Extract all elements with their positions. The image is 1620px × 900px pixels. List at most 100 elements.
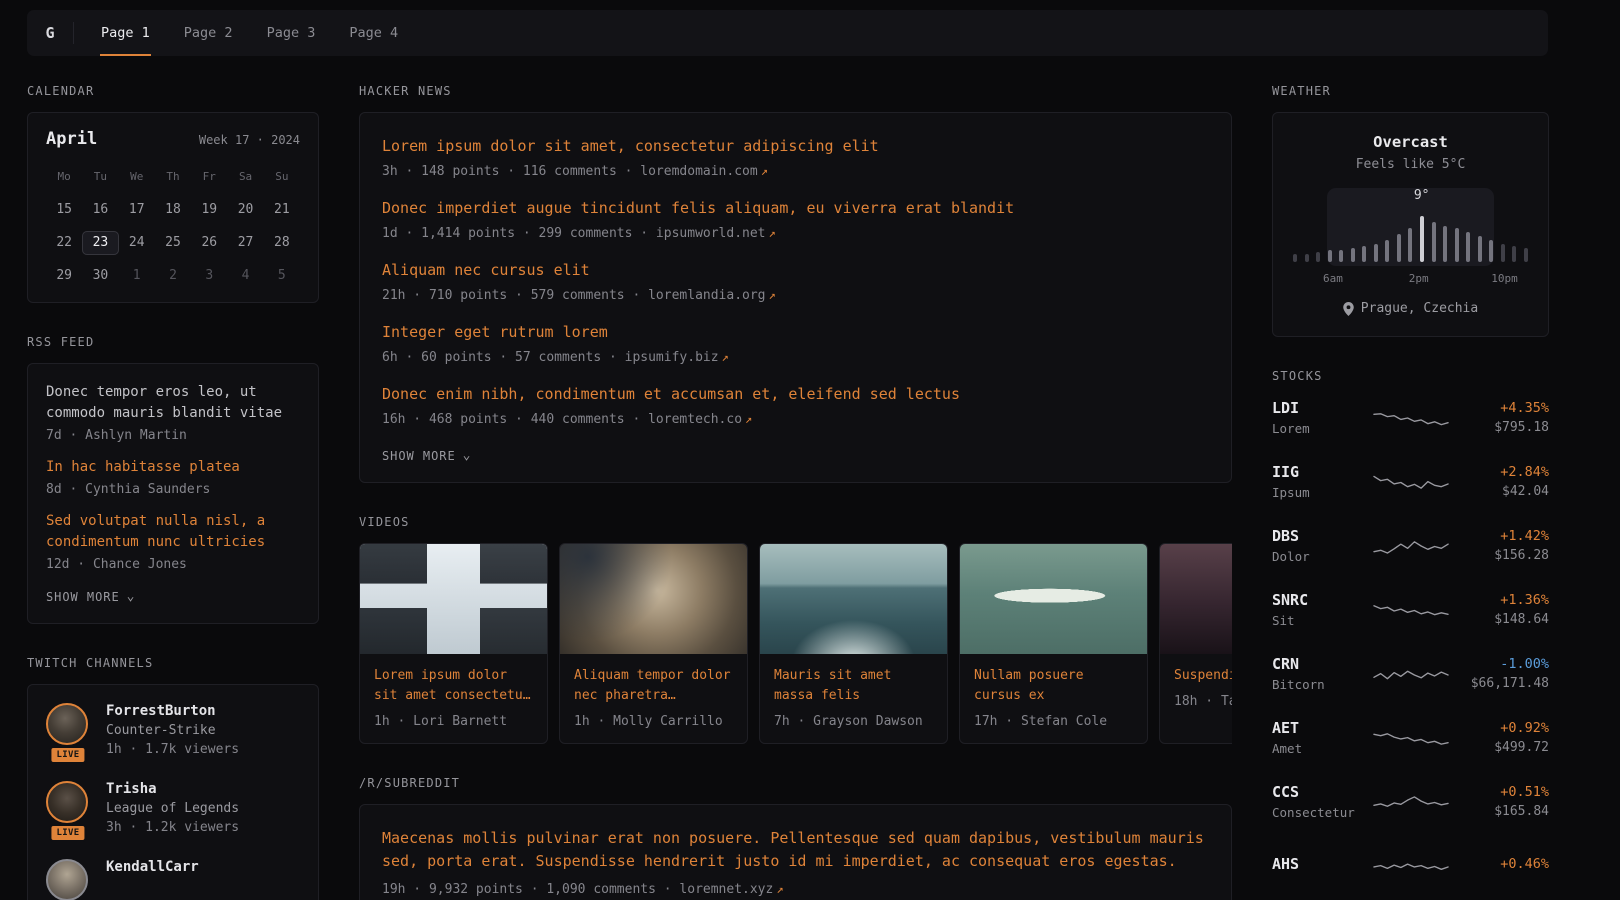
weather-time-label: 6am bbox=[1323, 272, 1343, 285]
stock-row[interactable]: CRN Bitcorn -1.00% $66,171.48 bbox=[1272, 653, 1549, 694]
video-title[interactable]: Aliquam tempor dolor nec pharetra… bbox=[574, 666, 733, 706]
channel-name[interactable]: Trisha bbox=[106, 781, 239, 797]
hn-show-more-button[interactable]: SHOW MORE ⌄ bbox=[382, 449, 471, 463]
calendar-weekday: Sa bbox=[227, 165, 263, 189]
tab-page-4[interactable]: Page 4 bbox=[332, 10, 415, 56]
stock-price: $499.72 bbox=[1494, 740, 1549, 755]
channel-meta: 1h · 1.7k viewers bbox=[106, 742, 239, 757]
stock-row[interactable]: AET Amet +0.92% $499.72 bbox=[1272, 717, 1549, 758]
hn-item-title[interactable]: Lorem ipsum dolor sit amet, consectetur … bbox=[382, 135, 1209, 157]
left-column: CALENDAR April Week 17 · 2024 MoTuWeThFr… bbox=[27, 84, 319, 900]
channel-name[interactable]: KendallCarr bbox=[106, 859, 199, 875]
hn-item-meta: 3h · 148 points · 116 comments · loremdo… bbox=[382, 164, 1209, 179]
stock-ticker: SNRC bbox=[1272, 591, 1372, 609]
section-title-twitch: TWITCH CHANNELS bbox=[27, 656, 319, 670]
calendar-day: 2 bbox=[155, 264, 191, 288]
tab-page-3[interactable]: Page 3 bbox=[250, 10, 333, 56]
calendar-day: 29 bbox=[46, 264, 82, 288]
hn-item-title[interactable]: Donec imperdiet augue tincidunt felis al… bbox=[382, 197, 1209, 219]
calendar-day: 19 bbox=[191, 198, 227, 222]
stock-id: SNRC Sit bbox=[1272, 591, 1372, 628]
calendar-day: 22 bbox=[46, 231, 82, 255]
video-title[interactable]: Nullam posuere cursus ex bbox=[974, 666, 1133, 706]
hn-item-title[interactable]: Integer eget rutrum lorem bbox=[382, 321, 1209, 343]
channel-info: Trisha League of Legends 3h · 1.2k viewe… bbox=[106, 781, 239, 835]
weather-hour-bar bbox=[1512, 246, 1516, 262]
external-link-icon[interactable]: ↗ bbox=[761, 164, 768, 178]
hn-item-meta: 16h · 468 points · 440 comments · loremt… bbox=[382, 412, 1209, 427]
location-pin-icon bbox=[1343, 302, 1354, 316]
external-link-icon[interactable]: ↗ bbox=[722, 350, 729, 364]
stock-name: Sit bbox=[1272, 613, 1372, 628]
rss-item: In hac habitasse platea 8d · Cynthia Sau… bbox=[46, 457, 300, 497]
twitch-channel[interactable]: LIVE Trisha League of Legends 3h · 1.2k … bbox=[46, 781, 300, 835]
stock-change: -1.00% bbox=[1471, 656, 1549, 672]
stock-sparkline bbox=[1372, 403, 1450, 433]
hn-item-title[interactable]: Aliquam nec cursus elit bbox=[382, 259, 1209, 281]
top-nav: G Page 1 Page 2 Page 3 Page 4 bbox=[27, 10, 1548, 56]
stock-row[interactable]: AHS +0.46% bbox=[1272, 845, 1549, 886]
show-more-label: SHOW MORE bbox=[382, 449, 456, 463]
stock-name: Dolor bbox=[1272, 549, 1372, 564]
weather-location: Prague, Czechia bbox=[1361, 301, 1478, 316]
weather-hour-bar bbox=[1501, 244, 1505, 262]
rss-show-more-button[interactable]: SHOW MORE ⌄ bbox=[46, 590, 135, 604]
dashboard-page: G Page 1 Page 2 Page 3 Page 4 CALENDAR A… bbox=[27, 10, 1548, 900]
twitch-channel[interactable]: KendallCarr bbox=[46, 859, 300, 900]
hn-item: Donec enim nibh, condimentum et accumsan… bbox=[382, 383, 1209, 427]
stock-sparkline bbox=[1372, 595, 1450, 625]
stock-row[interactable]: SNRC Sit +1.36% $148.64 bbox=[1272, 589, 1549, 630]
calendar-day: 28 bbox=[264, 231, 300, 255]
rss-item-title[interactable]: Donec tempor eros leo, ut commodo mauris… bbox=[46, 382, 300, 424]
stock-id: AET Amet bbox=[1272, 719, 1372, 756]
hn-item-title[interactable]: Donec enim nibh, condimentum et accumsan… bbox=[382, 383, 1209, 405]
video-card[interactable]: Lorem ipsum dolor sit amet consectetu… 1… bbox=[359, 543, 548, 744]
weather-bar-chart bbox=[1293, 214, 1528, 262]
stock-values: +0.46% bbox=[1500, 856, 1549, 876]
stock-values: +1.36% $148.64 bbox=[1494, 592, 1549, 627]
avatar bbox=[46, 703, 88, 745]
app-logo[interactable]: G bbox=[27, 10, 73, 56]
stock-ticker: AET bbox=[1272, 719, 1372, 737]
external-link-icon[interactable]: ↗ bbox=[769, 226, 776, 240]
stock-row[interactable]: DBS Dolor +1.42% $156.28 bbox=[1272, 525, 1549, 566]
stock-sparkline bbox=[1372, 723, 1450, 753]
twitch-card: LIVE ForrestBurton Counter-Strike 1h · 1… bbox=[27, 684, 319, 900]
channel-info: KendallCarr bbox=[106, 859, 199, 900]
stock-id: CRN Bitcorn bbox=[1272, 655, 1372, 692]
tab-page-2[interactable]: Page 2 bbox=[167, 10, 250, 56]
rss-item-title[interactable]: Sed volutpat nulla nisl, a condimentum n… bbox=[46, 511, 300, 553]
stock-sparkline bbox=[1372, 787, 1450, 817]
video-title[interactable]: Mauris sit amet massa felis bbox=[774, 666, 933, 706]
chevron-down-icon: ⌄ bbox=[463, 451, 472, 461]
stock-price: $795.18 bbox=[1494, 420, 1549, 435]
channel-name[interactable]: ForrestBurton bbox=[106, 703, 239, 719]
external-link-icon[interactable]: ↗ bbox=[745, 412, 752, 426]
video-card[interactable]: Nullam posuere cursus ex 17h · Stefan Co… bbox=[959, 543, 1148, 744]
stock-name: Bitcorn bbox=[1272, 677, 1372, 692]
tab-page-1[interactable]: Page 1 bbox=[84, 10, 167, 56]
video-card[interactable]: Mauris sit amet massa felis 7h · Grayson… bbox=[759, 543, 948, 744]
subreddit-post-meta: 19h · 9,932 points · 1,090 comments · lo… bbox=[382, 882, 1209, 897]
weather-chart: 9° bbox=[1293, 188, 1528, 262]
external-link-icon[interactable]: ↗ bbox=[769, 288, 776, 302]
subreddit-post-title[interactable]: Maecenas mollis pulvinar erat non posuer… bbox=[382, 827, 1209, 873]
weather-location-row: Prague, Czechia bbox=[1293, 301, 1528, 316]
stock-row[interactable]: CCS Consectetur +0.51% $165.84 bbox=[1272, 781, 1549, 822]
rss-item-title[interactable]: In hac habitasse platea bbox=[46, 457, 300, 478]
external-link-icon[interactable]: ↗ bbox=[776, 882, 783, 896]
video-card[interactable]: Aliquam tempor dolor nec pharetra… 1h · … bbox=[559, 543, 748, 744]
twitch-channel[interactable]: LIVE ForrestBurton Counter-Strike 1h · 1… bbox=[46, 703, 300, 757]
video-title[interactable]: Lorem ipsum dolor sit amet consectetu… bbox=[374, 666, 533, 706]
avatar bbox=[46, 859, 88, 900]
rss-card: Donec tempor eros leo, ut commodo mauris… bbox=[27, 363, 319, 624]
video-card[interactable]: Suspendis diam 18h · Tara bbox=[1159, 543, 1232, 744]
video-title[interactable]: Suspendis diam bbox=[1174, 666, 1232, 686]
section-title-calendar: CALENDAR bbox=[27, 84, 319, 98]
stock-id: DBS Dolor bbox=[1272, 527, 1372, 564]
video-thumbnail bbox=[560, 544, 747, 654]
stock-price: $156.28 bbox=[1494, 548, 1549, 563]
hn-item: Aliquam nec cursus elit 21h · 710 points… bbox=[382, 259, 1209, 303]
stock-row[interactable]: LDI Lorem +4.35% $795.18 bbox=[1272, 397, 1549, 438]
stock-row[interactable]: IIG Ipsum +2.84% $42.04 bbox=[1272, 461, 1549, 502]
